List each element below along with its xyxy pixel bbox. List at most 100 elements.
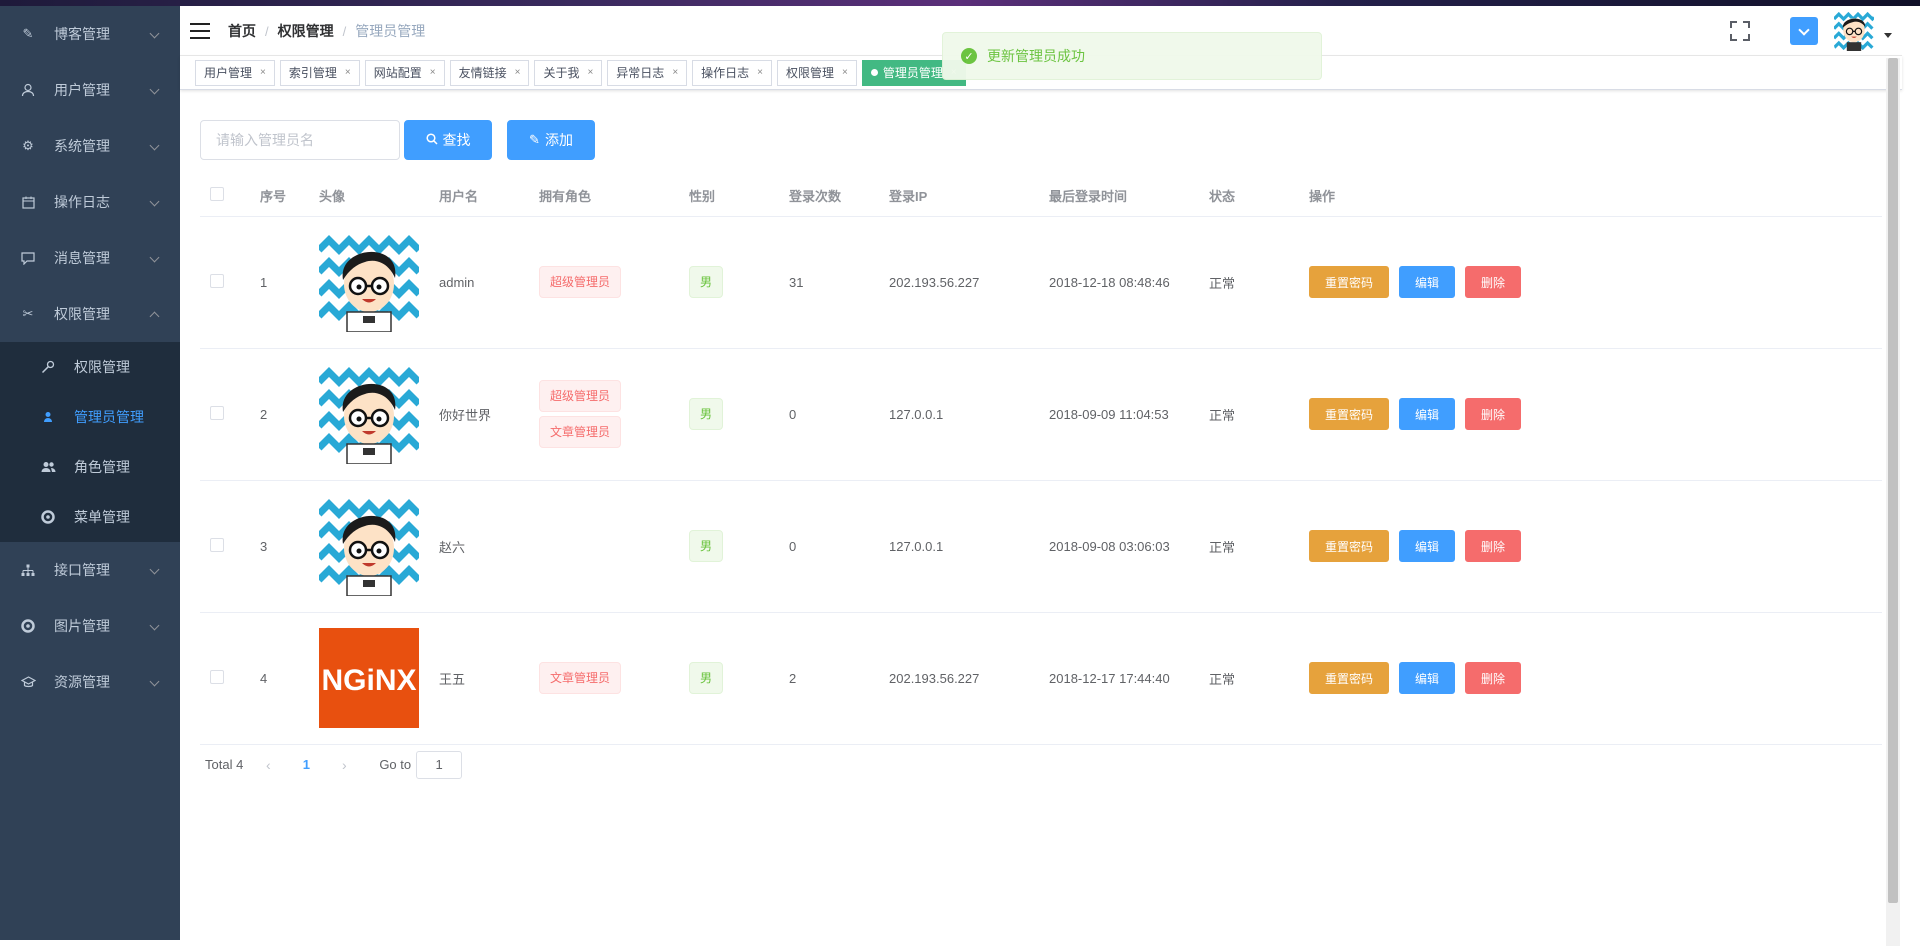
- select-all-checkbox[interactable]: [210, 187, 224, 202]
- gender-tag: 男: [689, 530, 724, 562]
- sidebar-item-permissions[interactable]: ✂ 权限管理: [0, 286, 180, 342]
- dropdown-button[interactable]: [1790, 17, 1818, 45]
- reset-password-button[interactable]: 重置密码: [1309, 662, 1390, 694]
- message-icon: [20, 250, 36, 266]
- sidebar-item-oplog[interactable]: 操作日志: [0, 174, 180, 230]
- tag-users[interactable]: 用户管理 ×: [195, 59, 275, 86]
- row-checkbox[interactable]: [210, 405, 224, 420]
- sidebar-subitem-roles[interactable]: 角色管理: [0, 442, 180, 492]
- row-username: 王五: [429, 612, 529, 745]
- group-icon: [40, 459, 56, 475]
- row-status: 正常: [1199, 348, 1299, 481]
- tag-index[interactable]: 索引管理 ×: [279, 59, 360, 86]
- sidebar-subitem-permission[interactable]: 权限管理: [0, 342, 180, 392]
- tag-friend-links[interactable]: 友情链接 ×: [449, 59, 530, 86]
- col-gender: 性别: [679, 176, 779, 217]
- table-row: 2 你好世界 超级管理员 文章管理员 男 0 127.0.0.1 2018-09-…: [200, 348, 1882, 481]
- sidebar-subitem-label: 菜单管理: [74, 509, 130, 525]
- prev-page-icon[interactable]: ‹: [253, 757, 283, 773]
- edit-button[interactable]: 编辑: [1399, 530, 1456, 562]
- tag-label: 索引管理: [288, 65, 337, 80]
- check-circle-icon: ✓: [961, 48, 977, 64]
- breadcrumb-permissions[interactable]: 权限管理: [278, 23, 334, 39]
- tag-about[interactable]: 关于我 ×: [534, 59, 603, 86]
- close-icon[interactable]: ×: [430, 61, 436, 85]
- role-tag: 超级管理员: [539, 266, 622, 298]
- breadcrumb-home[interactable]: 首页: [228, 23, 256, 39]
- reset-password-button[interactable]: 重置密码: [1309, 398, 1390, 430]
- tag-site-config[interactable]: 网站配置 ×: [364, 59, 445, 86]
- add-button[interactable]: ✎ 添加: [507, 120, 595, 160]
- sidebar-subitem-admins[interactable]: 管理员管理: [0, 392, 180, 442]
- breadcrumb-separator: /: [342, 23, 347, 39]
- col-logins: 登录次数: [779, 176, 879, 217]
- sidebar-item-label: 博客管理: [54, 26, 110, 42]
- delete-button[interactable]: 删除: [1465, 530, 1522, 562]
- delete-button[interactable]: 删除: [1465, 266, 1522, 298]
- delete-button[interactable]: 删除: [1465, 398, 1522, 430]
- next-page-icon[interactable]: ›: [329, 757, 359, 773]
- close-icon[interactable]: ×: [587, 61, 593, 85]
- sidebar-item-blog[interactable]: ✎ 博客管理: [0, 6, 180, 62]
- sidebar-item-messages[interactable]: 消息管理: [0, 230, 180, 286]
- sidebar-item-label: 权限管理: [54, 306, 110, 322]
- table-row: 3 赵六 男 0 127.0.0.1 2018-09-08 03:06:03 正…: [200, 480, 1882, 613]
- page-number[interactable]: 1: [291, 757, 321, 772]
- col-roles: 拥有角色: [529, 176, 679, 217]
- sidebar-subitem-menus[interactable]: 菜单管理: [0, 492, 180, 542]
- close-icon[interactable]: ×: [757, 61, 763, 85]
- edit-button[interactable]: 编辑: [1399, 662, 1456, 694]
- scrollbar[interactable]: [1886, 58, 1900, 946]
- search-input[interactable]: [200, 120, 400, 160]
- close-icon[interactable]: ×: [260, 61, 266, 85]
- close-icon[interactable]: ×: [672, 61, 678, 85]
- sidebar-item-images[interactable]: 图片管理: [0, 598, 180, 654]
- sidebar: ✎ 博客管理 用户管理 ⚙ 系统管理 操作日志 消息管理 ✂ 权限管理 权限管理…: [0, 6, 180, 940]
- edit-button[interactable]: 编辑: [1399, 266, 1456, 298]
- sidebar-item-users[interactable]: 用户管理: [0, 62, 180, 118]
- close-icon[interactable]: ×: [345, 61, 351, 85]
- close-icon[interactable]: ×: [515, 61, 521, 85]
- row-checkbox[interactable]: [210, 273, 224, 288]
- ring-icon: [20, 618, 36, 634]
- avatar: [319, 364, 419, 464]
- avatar[interactable]: [1834, 11, 1874, 51]
- reset-password-button[interactable]: 重置密码: [1309, 266, 1390, 298]
- avatar: [319, 232, 419, 332]
- pagination: Total 4 ‹ 1 › Go to: [200, 749, 1882, 781]
- sidebar-item-label: 用户管理: [54, 82, 110, 98]
- row-index: 1: [250, 216, 309, 349]
- fullscreen-icon[interactable]: [1730, 21, 1750, 41]
- active-dot-icon: [870, 69, 878, 76]
- tag-label: 操作日志: [701, 65, 750, 80]
- col-status: 状态: [1199, 176, 1299, 217]
- chevron-down-icon: [149, 196, 160, 207]
- table-header: 序号 头像 用户名 拥有角色 性别 登录次数 登录IP 最后登录时间 状态 操作: [200, 176, 1882, 217]
- hamburger-icon[interactable]: [190, 22, 210, 39]
- delete-button[interactable]: 删除: [1465, 662, 1522, 694]
- chevron-down-icon: [149, 140, 160, 151]
- scrollbar-thumb[interactable]: [1888, 58, 1898, 903]
- sidebar-item-api[interactable]: 接口管理: [0, 542, 180, 598]
- row-checkbox[interactable]: [210, 669, 224, 684]
- close-icon[interactable]: ×: [842, 61, 848, 85]
- row-checkbox[interactable]: [210, 537, 224, 552]
- col-username: 用户名: [429, 176, 529, 217]
- sidebar-item-system[interactable]: ⚙ 系统管理: [0, 118, 180, 174]
- tag-label: 友情链接: [458, 65, 507, 80]
- person-icon: [40, 409, 56, 425]
- caret-down-icon[interactable]: [1884, 32, 1892, 38]
- row-logins: 0: [779, 480, 879, 613]
- reset-password-button[interactable]: 重置密码: [1309, 530, 1390, 562]
- breadcrumb-current: 管理员管理: [355, 22, 426, 39]
- edit-button[interactable]: 编辑: [1399, 398, 1456, 430]
- goto-page-input[interactable]: [416, 750, 463, 779]
- sidebar-item-resources[interactable]: 资源管理: [0, 654, 180, 710]
- sidebar-item-label: 图片管理: [54, 618, 110, 634]
- tag-op-log[interactable]: 操作日志 ×: [692, 59, 773, 86]
- row-logins: 0: [779, 348, 879, 481]
- tag-error-log[interactable]: 异常日志 ×: [607, 59, 688, 86]
- search-button[interactable]: 查找: [404, 120, 492, 160]
- row-last-login: 2018-09-08 03:06:03: [1039, 480, 1199, 613]
- tag-permissions[interactable]: 权限管理 ×: [777, 59, 857, 86]
